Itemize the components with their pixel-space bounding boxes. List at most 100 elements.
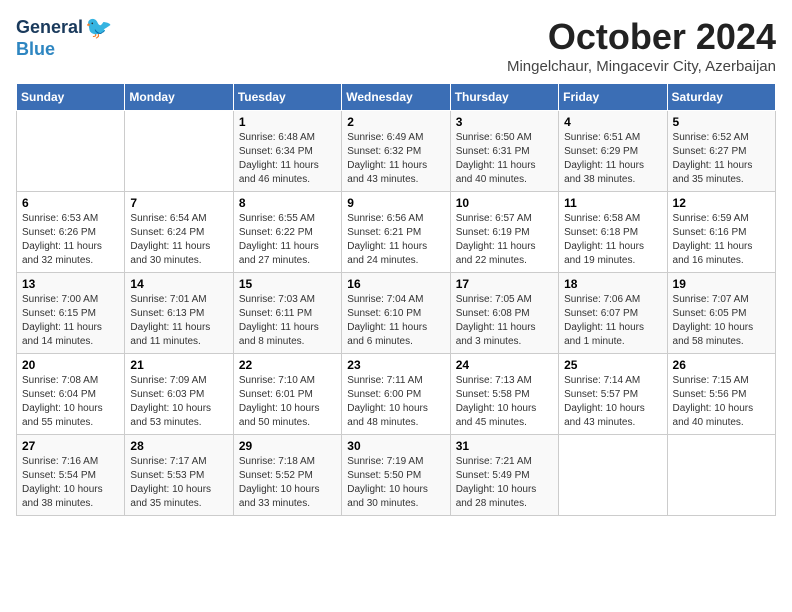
calendar-day-cell: 21 Sunrise: 7:09 AMSunset: 6:03 PMDayligh… <box>125 354 233 435</box>
calendar-day-cell: 1 Sunrise: 6:48 AMSunset: 6:34 PMDaylight… <box>233 111 341 192</box>
calendar-empty-cell <box>667 435 775 516</box>
day-info: Sunrise: 7:07 AMSunset: 6:05 PMDaylight:… <box>673 293 770 349</box>
day-info: Sunrise: 6:56 AMSunset: 6:21 PMDaylight:… <box>347 212 444 268</box>
day-info: Sunrise: 7:03 AMSunset: 6:11 PMDaylight:… <box>239 293 336 349</box>
day-info: Sunrise: 7:13 AMSunset: 5:58 PMDaylight:… <box>456 374 553 430</box>
day-info: Sunrise: 7:14 AMSunset: 5:57 PMDaylight:… <box>564 374 661 430</box>
day-number: 9 <box>347 196 444 210</box>
day-info: Sunrise: 7:18 AMSunset: 5:52 PMDaylight:… <box>239 455 336 511</box>
day-info: Sunrise: 7:17 AMSunset: 5:53 PMDaylight:… <box>130 455 227 511</box>
day-number: 14 <box>130 277 227 291</box>
day-number: 21 <box>130 358 227 372</box>
day-number: 10 <box>456 196 553 210</box>
day-number: 20 <box>22 358 119 372</box>
day-number: 12 <box>673 196 770 210</box>
day-info: Sunrise: 7:05 AMSunset: 6:08 PMDaylight:… <box>456 293 553 349</box>
day-info: Sunrise: 7:00 AMSunset: 6:15 PMDaylight:… <box>22 293 119 349</box>
calendar-day-cell: 11 Sunrise: 6:58 AMSunset: 6:18 PMDayligh… <box>559 192 667 273</box>
day-number: 17 <box>456 277 553 291</box>
calendar-day-cell: 29 Sunrise: 7:18 AMSunset: 5:52 PMDayligh… <box>233 435 341 516</box>
calendar-day-cell: 28Sunrise: 7:17 AMSunset: 5:53 PMDayligh… <box>125 435 233 516</box>
logo-blue: Blue <box>16 40 112 60</box>
calendar-day-cell: 23Sunrise: 7:11 AMSunset: 6:00 PMDayligh… <box>342 354 450 435</box>
day-info: Sunrise: 6:54 AMSunset: 6:24 PMDaylight:… <box>130 212 227 268</box>
day-number: 11 <box>564 196 661 210</box>
calendar-body: 1 Sunrise: 6:48 AMSunset: 6:34 PMDaylight… <box>17 111 776 516</box>
day-info: Sunrise: 7:16 AMSunset: 5:54 PMDaylight:… <box>22 455 119 511</box>
calendar-empty-cell <box>559 435 667 516</box>
day-info: Sunrise: 6:52 AMSunset: 6:27 PMDaylight:… <box>673 131 770 187</box>
day-number: 15 <box>239 277 336 291</box>
weekday-header-monday: Monday <box>125 84 233 111</box>
calendar-day-cell: 26Sunrise: 7:15 AMSunset: 5:56 PMDayligh… <box>667 354 775 435</box>
day-info: Sunrise: 6:48 AMSunset: 6:34 PMDaylight:… <box>239 131 336 187</box>
day-number: 25 <box>564 358 661 372</box>
calendar-day-cell: 7Sunrise: 6:54 AMSunset: 6:24 PMDaylight… <box>125 192 233 273</box>
day-info: Sunrise: 6:55 AMSunset: 6:22 PMDaylight:… <box>239 212 336 268</box>
day-info: Sunrise: 6:58 AMSunset: 6:18 PMDaylight:… <box>564 212 661 268</box>
day-number: 24 <box>456 358 553 372</box>
calendar-day-cell: 22Sunrise: 7:10 AMSunset: 6:01 PMDayligh… <box>233 354 341 435</box>
day-number: 16 <box>347 277 444 291</box>
calendar-day-cell: 30 Sunrise: 7:19 AMSunset: 5:50 PMDayligh… <box>342 435 450 516</box>
calendar-day-cell: 10 Sunrise: 6:57 AMSunset: 6:19 PMDayligh… <box>450 192 558 273</box>
day-number: 8 <box>239 196 336 210</box>
day-number: 19 <box>673 277 770 291</box>
weekday-header-thursday: Thursday <box>450 84 558 111</box>
day-info: Sunrise: 6:57 AMSunset: 6:19 PMDaylight:… <box>456 212 553 268</box>
calendar-week-row: 27 Sunrise: 7:16 AMSunset: 5:54 PMDayligh… <box>17 435 776 516</box>
calendar-day-cell: 6Sunrise: 6:53 AMSunset: 6:26 PMDaylight… <box>17 192 125 273</box>
day-number: 2 <box>347 115 444 129</box>
calendar-day-cell: 19 Sunrise: 7:07 AMSunset: 6:05 PMDayligh… <box>667 273 775 354</box>
day-info: Sunrise: 6:51 AMSunset: 6:29 PMDaylight:… <box>564 131 661 187</box>
day-info: Sunrise: 7:01 AMSunset: 6:13 PMDaylight:… <box>130 293 227 349</box>
calendar-week-row: 1 Sunrise: 6:48 AMSunset: 6:34 PMDaylight… <box>17 111 776 192</box>
day-number: 5 <box>673 115 770 129</box>
calendar-day-cell: 13 Sunrise: 7:00 AMSunset: 6:15 PMDayligh… <box>17 273 125 354</box>
location: Mingelchaur, Mingacevir City, Azerbaijan <box>507 58 776 75</box>
day-number: 1 <box>239 115 336 129</box>
day-info: Sunrise: 7:09 AMSunset: 6:03 PMDaylight:… <box>130 374 227 430</box>
calendar-week-row: 6Sunrise: 6:53 AMSunset: 6:26 PMDaylight… <box>17 192 776 273</box>
calendar-day-cell: 8 Sunrise: 6:55 AMSunset: 6:22 PMDaylight… <box>233 192 341 273</box>
calendar-day-cell: 18Sunrise: 7:06 AMSunset: 6:07 PMDayligh… <box>559 273 667 354</box>
calendar-day-cell: 17 Sunrise: 7:05 AMSunset: 6:08 PMDayligh… <box>450 273 558 354</box>
day-info: Sunrise: 7:15 AMSunset: 5:56 PMDaylight:… <box>673 374 770 430</box>
day-number: 31 <box>456 439 553 453</box>
weekday-header-wednesday: Wednesday <box>342 84 450 111</box>
weekday-header-saturday: Saturday <box>667 84 775 111</box>
calendar-day-cell: 4 Sunrise: 6:51 AMSunset: 6:29 PMDaylight… <box>559 111 667 192</box>
day-number: 4 <box>564 115 661 129</box>
calendar-day-cell: 31 Sunrise: 7:21 AMSunset: 5:49 PMDayligh… <box>450 435 558 516</box>
day-info: Sunrise: 7:08 AMSunset: 6:04 PMDaylight:… <box>22 374 119 430</box>
day-number: 3 <box>456 115 553 129</box>
day-number: 29 <box>239 439 336 453</box>
calendar-week-row: 13 Sunrise: 7:00 AMSunset: 6:15 PMDayligh… <box>17 273 776 354</box>
month-title: October 2024 <box>507 16 776 58</box>
day-info: Sunrise: 7:19 AMSunset: 5:50 PMDaylight:… <box>347 455 444 511</box>
day-number: 23 <box>347 358 444 372</box>
day-info: Sunrise: 6:59 AMSunset: 6:16 PMDaylight:… <box>673 212 770 268</box>
calendar-day-cell: 16Sunrise: 7:04 AMSunset: 6:10 PMDayligh… <box>342 273 450 354</box>
calendar-day-cell: 27 Sunrise: 7:16 AMSunset: 5:54 PMDayligh… <box>17 435 125 516</box>
day-number: 27 <box>22 439 119 453</box>
calendar-header-row: SundayMondayTuesdayWednesdayThursdayFrid… <box>17 84 776 111</box>
calendar-day-cell: 2 Sunrise: 6:49 AMSunset: 6:32 PMDaylight… <box>342 111 450 192</box>
calendar-day-cell: 12 Sunrise: 6:59 AMSunset: 6:16 PMDayligh… <box>667 192 775 273</box>
calendar-day-cell: 15 Sunrise: 7:03 AMSunset: 6:11 PMDayligh… <box>233 273 341 354</box>
day-info: Sunrise: 6:50 AMSunset: 6:31 PMDaylight:… <box>456 131 553 187</box>
day-number: 30 <box>347 439 444 453</box>
day-info: Sunrise: 6:53 AMSunset: 6:26 PMDaylight:… <box>22 212 119 268</box>
weekday-header-friday: Friday <box>559 84 667 111</box>
weekday-header-sunday: Sunday <box>17 84 125 111</box>
calendar-day-cell: 9 Sunrise: 6:56 AMSunset: 6:21 PMDaylight… <box>342 192 450 273</box>
calendar-day-cell: 14 Sunrise: 7:01 AMSunset: 6:13 PMDayligh… <box>125 273 233 354</box>
day-info: Sunrise: 7:21 AMSunset: 5:49 PMDaylight:… <box>456 455 553 511</box>
calendar-day-cell: 20 Sunrise: 7:08 AMSunset: 6:04 PMDayligh… <box>17 354 125 435</box>
calendar-week-row: 20 Sunrise: 7:08 AMSunset: 6:04 PMDayligh… <box>17 354 776 435</box>
logo: General 🐦 Blue <box>16 16 112 60</box>
day-info: Sunrise: 6:49 AMSunset: 6:32 PMDaylight:… <box>347 131 444 187</box>
calendar: SundayMondayTuesdayWednesdayThursdayFrid… <box>16 83 776 516</box>
calendar-day-cell: 24 Sunrise: 7:13 AMSunset: 5:58 PMDayligh… <box>450 354 558 435</box>
day-number: 13 <box>22 277 119 291</box>
